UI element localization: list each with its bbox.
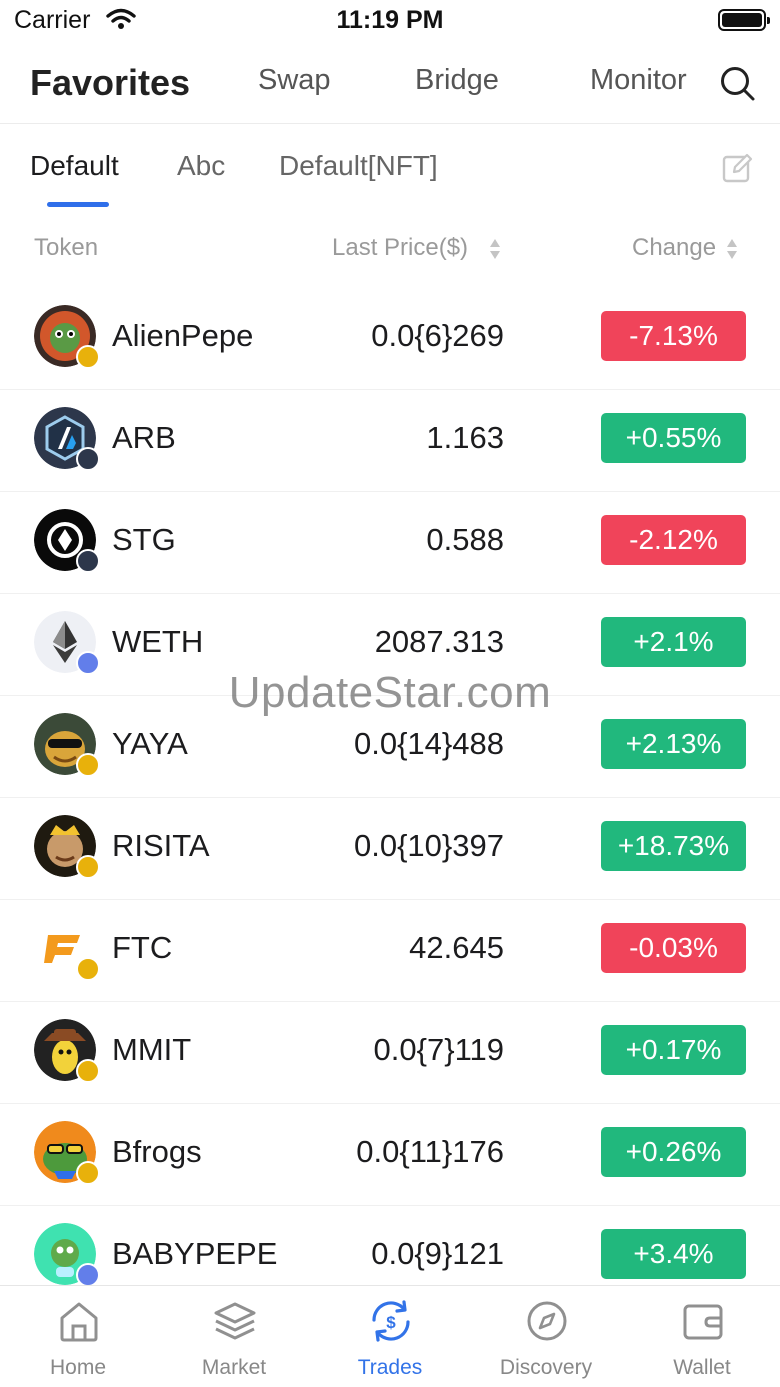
token-row[interactable]: Bfrogs 0.0{11}176 +0.26% [0, 1104, 780, 1206]
token-change: +0.55% [601, 413, 746, 463]
token-symbol: YAYA [112, 726, 188, 761]
token-row[interactable]: WETH 2087.313 +2.1% [0, 594, 780, 696]
column-token: Token [34, 234, 99, 261]
bnb-chain-icon [76, 345, 100, 369]
tab-label: Home [49, 1356, 107, 1379]
token-symbol: MMIT [112, 1032, 192, 1067]
bnb-chain-icon [76, 1161, 100, 1185]
token-change: +0.17% [601, 1025, 746, 1075]
token-symbol: FTC [112, 930, 173, 965]
bnb-chain-icon [76, 957, 100, 981]
token-price: 0.0{14}488 [353, 726, 504, 761]
nav-favorites[interactable]: Favorites [30, 62, 190, 104]
compass-icon [524, 1298, 570, 1344]
clock: 11:19 PM [336, 6, 444, 34]
arbitrum-chain-icon [76, 447, 100, 471]
column-last-price[interactable]: Last Price($) [332, 234, 468, 262]
token-symbol: STG [112, 522, 176, 557]
token-row[interactable]: MMIT 0.0{7}119 +0.17% [0, 1002, 780, 1104]
token-row[interactable]: STG 0.588 -2.12% [0, 492, 780, 594]
tab-label: Wallet [673, 1356, 731, 1379]
tab-trades[interactable]: $ Trades [312, 1286, 468, 1387]
favorites-group-tabs: Default Abc Default[NFT] [0, 126, 780, 210]
token-price: 42.645 [409, 930, 504, 965]
token-symbol: RISITA [112, 828, 210, 863]
token-price: 0.0{9}121 [371, 1236, 504, 1271]
token-row[interactable]: AlienPepe 0.0{6}269 -7.13% [0, 288, 780, 390]
tab-home[interactable]: Home [0, 1286, 156, 1387]
bnb-chain-icon [76, 1059, 100, 1083]
arbitrum-chain-icon [76, 549, 100, 573]
column-header: Token Last Price($) Change [0, 222, 780, 282]
token-change: -2.12% [601, 515, 746, 565]
nav-monitor[interactable]: Monitor [590, 64, 687, 97]
sort-change-icon[interactable] [726, 238, 738, 260]
token-row[interactable]: YAYA 0.0{14}488 +2.13% [0, 696, 780, 798]
tab-label: Trades [357, 1356, 423, 1379]
nav-swap[interactable]: Swap [258, 64, 331, 97]
top-nav: Favorites Swap Bridge Monitor [0, 50, 780, 124]
token-price: 0.0{10}397 [353, 828, 504, 863]
token-price: 0.588 [426, 522, 504, 557]
tab-default[interactable]: Default [30, 150, 119, 182]
bottom-tab-bar: Home Market $ Trades Discovery Wallet [0, 1285, 780, 1387]
ethereum-chain-icon [76, 651, 100, 675]
search-icon[interactable] [718, 64, 758, 104]
token-change: +0.26% [601, 1127, 746, 1177]
token-change: -7.13% [601, 311, 746, 361]
token-change: -0.03% [601, 923, 746, 973]
tab-wallet[interactable]: Wallet [624, 1286, 780, 1387]
wallet-icon [680, 1298, 726, 1344]
token-change: +3.4% [601, 1229, 746, 1279]
tab-discovery[interactable]: Discovery [468, 1286, 624, 1387]
battery-icon [718, 9, 770, 31]
column-change[interactable]: Change [632, 234, 716, 262]
status-bar: Carrier 11:19 PM [0, 0, 780, 44]
tab-default-nft[interactable]: Default[NFT] [279, 150, 438, 182]
edit-icon[interactable] [722, 152, 754, 184]
token-price: 0.0{7}119 [373, 1032, 504, 1067]
active-tab-indicator [47, 202, 109, 207]
token-row[interactable]: ARB 1.163 +0.55% [0, 390, 780, 492]
token-change: +2.1% [601, 617, 746, 667]
token-price: 0.0{6}269 [371, 318, 504, 353]
svg-text:$: $ [386, 1313, 396, 1332]
token-row[interactable]: FTC 42.645 -0.03% [0, 900, 780, 1002]
tab-market[interactable]: Market [156, 1286, 312, 1387]
ethereum-chain-icon [76, 1263, 100, 1287]
token-price: 0.0{11}176 [356, 1134, 504, 1169]
token-price: 2087.313 [374, 624, 504, 659]
token-change: +18.73% [601, 821, 746, 871]
home-icon [56, 1298, 102, 1344]
tab-abc[interactable]: Abc [177, 150, 225, 182]
layers-icon [212, 1298, 258, 1344]
sort-price-icon[interactable] [489, 238, 501, 260]
bnb-chain-icon [76, 855, 100, 879]
tab-label: Discovery [499, 1356, 593, 1379]
nav-bridge[interactable]: Bridge [415, 64, 499, 97]
token-price: 1.163 [426, 420, 504, 455]
token-symbol: WETH [112, 624, 204, 659]
token-symbol: BABYPEPE [112, 1236, 278, 1271]
bnb-chain-icon [76, 753, 100, 777]
token-change: +2.13% [601, 719, 746, 769]
token-symbol: ARB [112, 420, 176, 455]
token-symbol: Bfrogs [112, 1134, 202, 1169]
token-symbol: AlienPepe [112, 318, 254, 353]
token-list: AlienPepe 0.0{6}269 -7.13% ARB 1.163 +0.… [0, 288, 780, 1308]
token-row[interactable]: RISITA 0.0{10}397 +18.73% [0, 798, 780, 900]
tab-label: Market [201, 1356, 267, 1379]
trades-icon: $ [368, 1298, 414, 1344]
